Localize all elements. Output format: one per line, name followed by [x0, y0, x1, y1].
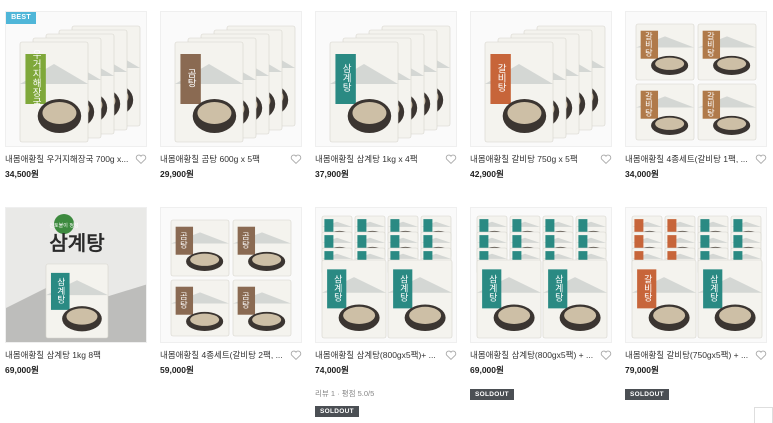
product-name[interactable]: 내몸애황칠 4종세트(갈비탕 2팩, ...: [160, 348, 283, 362]
product-card[interactable]: 곰탕 곰탕 곰탕 곰탕 내몸애황칠 4종세트(갈비탕 2팩, ... 59,000원: [160, 207, 302, 375]
review-summary: 리뷰 1 · 평점 5.0/5: [315, 389, 375, 398]
product-grid: 우거지해장국 BEST 내몸애황칠 우거지해장국 700g x... 34,50…: [0, 0, 773, 423]
svg-text:갈비탕: 갈비탕: [644, 92, 654, 116]
product-image[interactable]: 곰탕 곰탕 곰탕 곰탕: [160, 207, 302, 343]
svg-text:삼계탕: 삼계탕: [55, 277, 65, 303]
soldout-badge: SOLDOUT: [315, 406, 359, 417]
heart-icon[interactable]: [445, 153, 457, 165]
heart-icon[interactable]: [290, 349, 302, 361]
product-image[interactable]: 갈비탕: [470, 11, 612, 147]
product-card[interactable]: 삼계탕 삼계탕 내몸애황칠 삼계탕(800gx5팩) + ... 69,000원 …: [470, 207, 612, 400]
svg-text:삼계탕: 삼계탕: [340, 64, 351, 93]
soldout-badge: SOLDOUT: [470, 389, 514, 400]
svg-text:곰탕: 곰탕: [241, 292, 251, 308]
heart-icon[interactable]: [600, 349, 612, 361]
heart-icon[interactable]: [755, 349, 767, 361]
product-card[interactable]: 삼계탕 삼계탕 내몸애황칠 삼계탕(800gx5팩)+ ... 74,000원 리…: [315, 207, 457, 417]
svg-text:갈비탕: 갈비탕: [644, 32, 654, 56]
heart-icon[interactable]: [135, 153, 147, 165]
product-photo: 갈비탕 갈비탕갈비탕 갈비탕: [635, 23, 757, 141]
heart-icon[interactable]: [600, 153, 612, 165]
product-name[interactable]: 내몸애황칠 삼계탕 1kg 8팩: [5, 348, 101, 362]
product-photo: 삼계탕 삼계탕: [321, 215, 453, 339]
product-name[interactable]: 내몸애황칠 삼계탕 1kg x 4팩: [315, 152, 418, 166]
product-card[interactable]: 갈비탕 삼계탕 내몸애황칠 갈비탕(750gx5팩) + ... 79,000원 …: [625, 207, 767, 400]
product-photo: 곰탕 곰탕곰탕 곰탕: [170, 219, 292, 337]
best-badge: BEST: [6, 12, 36, 24]
product-price: 42,900원: [470, 169, 504, 179]
product-card[interactable]: 갈비탕 내몸애황칠 갈비탕 750g x 5팩 42,900원: [470, 11, 612, 179]
product-price: 34,500원: [5, 169, 39, 179]
product-price: 29,900원: [160, 169, 194, 179]
heart-icon[interactable]: [755, 153, 767, 165]
product-image[interactable]: 신토불이 정성 삼계탕 삼계탕: [5, 207, 147, 343]
product-photo: 곰탕: [174, 25, 296, 143]
svg-text:삼계탕: 삼계탕: [332, 275, 342, 302]
svg-text:신토불이 정성: 신토불이 정성: [49, 222, 78, 229]
product-photo: 우거지해장국: [19, 25, 141, 143]
svg-text:삼계탕: 삼계탕: [398, 275, 408, 302]
product-name[interactable]: 내몸애황칠 삼계탕(800gx5팩)+ ...: [315, 348, 436, 362]
product-image[interactable]: 삼계탕 삼계탕: [315, 207, 457, 343]
product-name[interactable]: 내몸애황칠 갈비탕(750gx5팩) + ...: [625, 348, 748, 362]
product-image[interactable]: 갈비탕 삼계탕: [625, 207, 767, 343]
svg-text:삼계탕: 삼계탕: [49, 231, 105, 255]
product-image[interactable]: 갈비탕 갈비탕 갈비탕 갈비탕: [625, 11, 767, 147]
product-photo: 삼계탕: [329, 25, 451, 143]
product-card[interactable]: 곰탕 내몸애황칠 곰탕 600g x 5팩 29,900원: [160, 11, 302, 179]
product-card[interactable]: 신토불이 정성 삼계탕 삼계탕 내몸애황칠 삼계탕 1kg 8팩 69,000원: [5, 207, 147, 375]
product-price: 37,900원: [315, 169, 349, 179]
product-card[interactable]: 삼계탕 내몸애황칠 삼계탕 1kg x 4팩 37,900원: [315, 11, 457, 179]
svg-text:삼계탕: 삼계탕: [487, 275, 497, 302]
product-image[interactable]: 우거지해장국 BEST: [5, 11, 147, 147]
product-image[interactable]: 삼계탕 삼계탕: [470, 207, 612, 343]
product-price: 74,000원: [315, 365, 349, 375]
svg-text:삼계탕: 삼계탕: [708, 275, 718, 302]
svg-text:갈비탕: 갈비탕: [706, 32, 716, 56]
product-photo: 삼계탕 삼계탕: [476, 215, 608, 339]
product-name[interactable]: 내몸애황칠 삼계탕(800gx5팩) + ...: [470, 348, 593, 362]
svg-text:곰탕: 곰탕: [241, 232, 251, 248]
svg-text:곰탕: 곰탕: [185, 68, 196, 87]
product-price: 59,000원: [160, 365, 194, 375]
product-name[interactable]: 내몸애황칠 4종세트(갈비탕 1팩, ...: [625, 152, 748, 166]
product-image[interactable]: 곰탕: [160, 11, 302, 147]
product-name[interactable]: 내몸애황칠 갈비탕 750g x 5팩: [470, 152, 578, 166]
product-name[interactable]: 내몸애황칠 우거지해장국 700g x...: [5, 152, 128, 166]
soldout-badge: SOLDOUT: [625, 389, 669, 400]
scroll-top-button[interactable]: [754, 407, 773, 423]
svg-text:삼계탕: 삼계탕: [553, 275, 563, 302]
product-card[interactable]: 우거지해장국 BEST 내몸애황칠 우거지해장국 700g x... 34,50…: [5, 11, 147, 179]
heart-icon[interactable]: [290, 153, 302, 165]
product-price: 79,000원: [625, 365, 659, 375]
product-price: 34,000원: [625, 169, 659, 179]
product-photo: 갈비탕 삼계탕: [631, 215, 763, 339]
product-photo: 갈비탕: [484, 25, 606, 143]
svg-text:곰탕: 곰탕: [179, 292, 189, 308]
product-image[interactable]: 삼계탕: [315, 11, 457, 147]
svg-text:갈비탕: 갈비탕: [642, 275, 652, 302]
svg-text:갈비탕: 갈비탕: [706, 92, 716, 116]
svg-text:갈비탕: 갈비탕: [495, 63, 506, 92]
product-price: 69,000원: [5, 365, 39, 375]
svg-text:곰탕: 곰탕: [179, 232, 189, 248]
product-name[interactable]: 내몸애황칠 곰탕 600g x 5팩: [160, 152, 260, 166]
product-photo: 신토불이 정성삼계탕삼계탕: [6, 208, 146, 342]
svg-text:우거지해장국: 우거지해장국: [30, 49, 41, 107]
product-price: 69,000원: [470, 365, 504, 375]
product-card[interactable]: 갈비탕 갈비탕 갈비탕 갈비탕 내몸애황칠 4종세트(갈비탕 1팩, ... 34,0…: [625, 11, 767, 179]
heart-icon[interactable]: [445, 349, 457, 361]
